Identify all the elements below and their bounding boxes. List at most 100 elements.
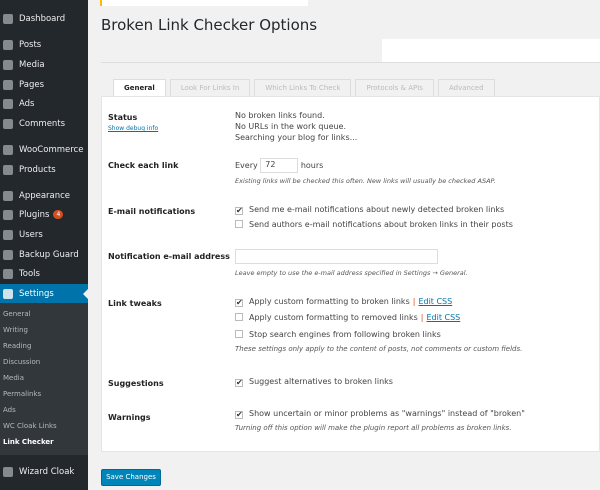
status-text: No broken links found. No URLs in the wo… [235, 110, 357, 143]
status-line: Searching your blog for links... [235, 133, 358, 142]
admin-sidebar: Dashboard Posts Media Pages Ads Comments… [0, 0, 88, 490]
tab-look-for-links-in[interactable]: Look For Links In [169, 79, 251, 97]
menu-media[interactable]: Media [0, 55, 88, 74]
status-line: No broken links found. [235, 111, 325, 120]
option-label: Apply custom formatting to removed links [249, 313, 418, 322]
menu-backup-guard[interactable]: Backup Guard [0, 245, 88, 264]
submenu-reading[interactable]: Reading [3, 342, 31, 350]
option-label: Apply custom formatting to broken links [249, 297, 410, 306]
save-changes-button[interactable]: Save Changes [101, 469, 161, 486]
tab-protocols-apis[interactable]: Protocols & APIs [355, 79, 434, 97]
status-line: No URLs in the work queue. [235, 122, 347, 131]
products-icon [3, 164, 13, 175]
brush-icon [3, 190, 13, 201]
checkbox-checked[interactable]: ✔ [235, 207, 243, 215]
wrench-icon [3, 268, 13, 279]
checkbox-checked[interactable]: ✔ [235, 299, 243, 307]
comment-icon [3, 118, 13, 129]
email-option-1[interactable]: ✔ Send me e-mail notifications about newl… [235, 205, 504, 215]
menu-appearance[interactable]: Appearance [0, 186, 88, 205]
menu-products[interactable]: Products [0, 160, 88, 179]
every-label: Every [235, 161, 258, 170]
dashboard-icon [3, 13, 13, 24]
menu-ads[interactable]: Ads [0, 94, 88, 113]
hours-label: hours [300, 161, 324, 170]
status-label: Status [108, 113, 138, 122]
submenu-link-checker[interactable]: Link Checker [3, 438, 54, 446]
menu-wizard-cloak[interactable]: Wizard Cloak [0, 462, 88, 481]
menu-tools[interactable]: Tools [0, 264, 88, 283]
warnings-hint: Turning off this option will make the pl… [235, 424, 512, 432]
media-icon [3, 59, 13, 70]
menu-posts[interactable]: Posts [0, 35, 88, 54]
notification-email-field-wrap [235, 249, 438, 264]
tab-advanced[interactable]: Advanced [437, 79, 495, 97]
link-tweaks-label: Link tweaks [108, 299, 162, 308]
option-label: Stop search engines from following broke… [249, 330, 441, 339]
show-debug-info-link[interactable]: Show debug info [108, 125, 158, 132]
menu-woocommerce[interactable]: WooCommerce [0, 140, 88, 159]
check-hours-input[interactable]: 72 [260, 158, 299, 173]
header-box [382, 39, 600, 62]
edit-css-link[interactable]: Edit CSS [418, 297, 452, 306]
edit-css-link[interactable]: Edit CSS [426, 313, 460, 322]
separator: | [420, 313, 424, 322]
submenu-writing[interactable]: Writing [3, 326, 28, 334]
separator: | [412, 297, 416, 306]
suggestions-label: Suggestions [108, 379, 164, 388]
tweak-option-2[interactable]: Apply custom formatting to removed links… [235, 313, 460, 322]
tweaks-hint: These settings only apply to the content… [235, 345, 523, 353]
submenu-media[interactable]: Media [3, 374, 24, 382]
divider [101, 62, 600, 63]
ads-icon [3, 98, 13, 109]
notice-box [100, 0, 308, 6]
tweak-option-1[interactable]: ✔ Apply custom formatting to broken links… [235, 297, 452, 307]
check-each-link-label: Check each link [108, 161, 179, 170]
settings-submenu: General Writing Reading Discussion Media… [0, 303, 88, 455]
check-hint: Existing links will be checked this ofte… [235, 177, 496, 185]
submenu-discussion[interactable]: Discussion [3, 358, 40, 366]
plugin-icon [3, 209, 13, 220]
option-label: Send me e-mail notifications about newly… [249, 205, 505, 214]
users-icon [3, 229, 13, 240]
woocommerce-icon [3, 144, 13, 155]
option-label: Suggest alternatives to broken links [249, 377, 393, 386]
email-option-2[interactable]: Send authors e-mail notifications about … [235, 220, 513, 229]
email-notifications-label: E-mail notifications [108, 207, 196, 216]
settings-tabs: General Look For Links In Which Links To… [113, 79, 495, 97]
backup-icon [3, 249, 13, 260]
submenu-general[interactable]: General [3, 310, 31, 318]
page-title: Broken Link Checker Options [101, 16, 318, 34]
menu-settings[interactable]: Settings [0, 284, 88, 303]
tweak-option-3[interactable]: Stop search engines from following broke… [235, 330, 441, 339]
suggestions-option[interactable]: ✔ Suggest alternatives to broken links [235, 377, 393, 387]
pin-icon [3, 39, 13, 50]
menu-pages[interactable]: Pages [0, 75, 88, 94]
menu-dashboard[interactable]: Dashboard [0, 9, 88, 28]
pages-icon [3, 79, 13, 90]
option-label: Show uncertain or minor problems as "war… [249, 409, 525, 418]
checkbox-unchecked[interactable] [235, 220, 243, 228]
checkbox-unchecked[interactable] [235, 330, 243, 338]
menu-comments[interactable]: Comments [0, 114, 88, 133]
settings-panel: Status Show debug info No broken links f… [101, 96, 600, 452]
plugins-update-badge: 4 [53, 210, 64, 219]
option-label: Send authors e-mail notifications about … [249, 220, 513, 229]
wizard-cloak-icon [3, 466, 13, 477]
menu-plugins[interactable]: Plugins 4 [0, 205, 88, 224]
email-hint: Leave empty to use the e-mail address sp… [235, 269, 468, 277]
notification-email-input[interactable] [235, 249, 438, 264]
checkbox-checked[interactable]: ✔ [235, 411, 243, 419]
settings-icon [3, 288, 13, 299]
warnings-option[interactable]: ✔ Show uncertain or minor problems as "wa… [235, 409, 525, 419]
checkbox-unchecked[interactable] [235, 313, 243, 321]
notification-email-label: Notification e-mail address [108, 252, 230, 261]
tab-general[interactable]: General [113, 79, 166, 97]
tab-which-links-to-check[interactable]: Which Links To Check [254, 79, 352, 97]
submenu-permalinks[interactable]: Permalinks [3, 390, 41, 398]
checkbox-checked[interactable]: ✔ [235, 379, 243, 387]
submenu-ads[interactable]: Ads [3, 406, 16, 414]
submenu-wc-cloak-links[interactable]: WC Cloak Links [3, 422, 57, 430]
menu-users[interactable]: Users [0, 225, 88, 244]
warnings-label: Warnings [108, 413, 151, 422]
